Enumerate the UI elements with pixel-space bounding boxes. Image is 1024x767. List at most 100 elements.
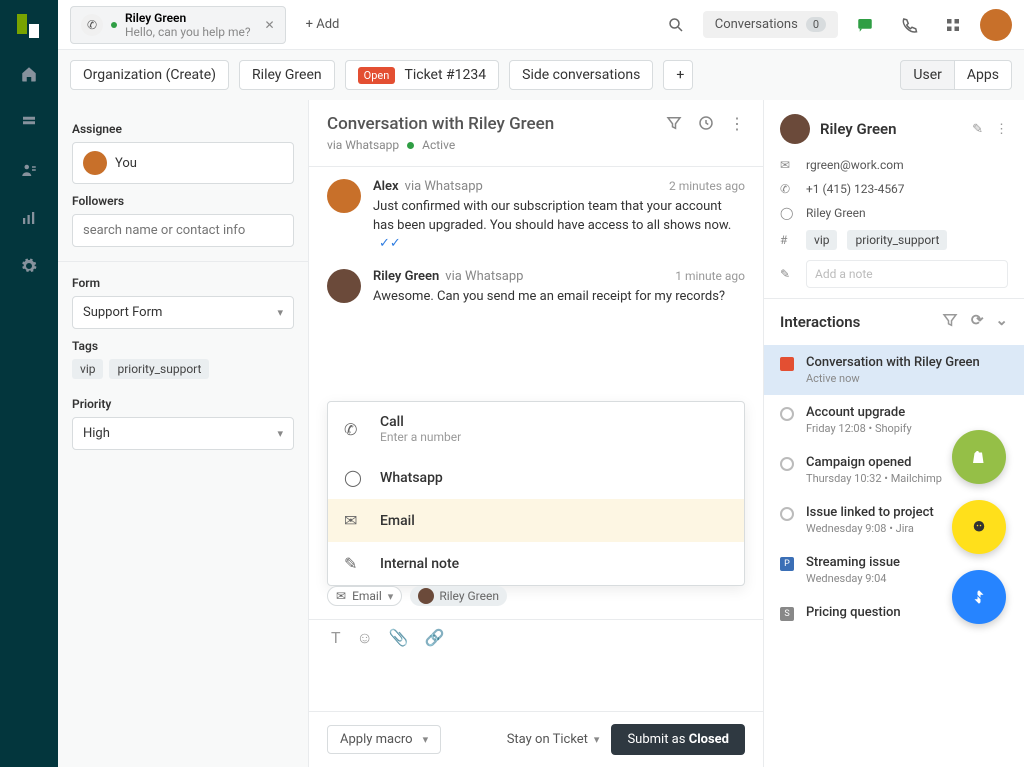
avatar bbox=[327, 269, 361, 303]
more-icon[interactable]: ⋮ bbox=[729, 114, 745, 136]
chevron-down-icon: ▾ bbox=[277, 306, 283, 319]
tab-apps-panel[interactable]: Apps bbox=[955, 60, 1012, 90]
customer-note-row[interactable]: ✎ Add a note bbox=[780, 260, 1008, 288]
history-icon[interactable] bbox=[697, 114, 715, 136]
status-icon: P bbox=[780, 557, 794, 571]
conversation-pane: Conversation with Riley Green via Whatsa… bbox=[308, 100, 764, 767]
ticket-form-pane: Assignee You Followers Form Support Form… bbox=[58, 100, 308, 767]
assignee-field[interactable]: You bbox=[72, 142, 294, 184]
msg-author: Riley Green bbox=[373, 269, 439, 284]
chat-icon[interactable] bbox=[848, 8, 882, 42]
tags-row: vip priority_support bbox=[72, 359, 294, 379]
tab-ticket[interactable]: Open Ticket #1234 bbox=[345, 60, 499, 90]
tag[interactable]: vip bbox=[72, 359, 103, 379]
add-side-button[interactable]: + bbox=[663, 60, 693, 90]
msg-time: 1 minute ago bbox=[675, 269, 745, 283]
priority-select[interactable]: High ▾ bbox=[72, 417, 294, 450]
conversations-label: Conversations bbox=[715, 17, 798, 32]
conversation-via: via Whatsapp bbox=[327, 138, 399, 152]
more-icon[interactable]: ⋮ bbox=[995, 122, 1008, 137]
form-select[interactable]: Support Form ▾ bbox=[72, 296, 294, 329]
nav-home-icon[interactable] bbox=[17, 62, 41, 86]
customer-whatsapp-row: ◯Riley Green bbox=[780, 206, 1008, 220]
customer-tags-row: # vip priority_support bbox=[780, 230, 1008, 250]
customer-name: Riley Green bbox=[820, 120, 896, 138]
status-icon bbox=[780, 457, 794, 471]
compose-bar: ✉ Email ▾ Riley Green bbox=[327, 586, 745, 606]
chevron-down-icon[interactable]: ⌄ bbox=[995, 311, 1008, 333]
msg-via: via Whatsapp bbox=[405, 179, 483, 194]
phone-icon[interactable] bbox=[892, 8, 926, 42]
customer-email-row: ✉rgreen@work.com bbox=[780, 158, 1008, 172]
nav-customers-icon[interactable] bbox=[17, 158, 41, 182]
form-label: Form bbox=[72, 276, 294, 290]
tab-user[interactable]: Riley Green bbox=[239, 60, 335, 90]
channel-menu: ✆ CallEnter a number ◯ Whatsapp ✉ Email bbox=[327, 401, 745, 586]
add-tab-button[interactable]: + Add bbox=[296, 11, 350, 38]
submit-button[interactable]: Submit as Closed bbox=[611, 724, 745, 755]
refresh-icon[interactable]: ⟳ bbox=[971, 311, 984, 333]
channel-option-call[interactable]: ✆ CallEnter a number bbox=[328, 402, 744, 456]
nav-views-icon[interactable] bbox=[17, 110, 41, 134]
compose-toolbar: T ☺ 📎 🔗 bbox=[309, 619, 763, 656]
assignee-avatar bbox=[83, 151, 107, 175]
conversations-button[interactable]: Conversations 0 bbox=[703, 11, 838, 38]
emoji-icon[interactable]: ☺ bbox=[357, 628, 373, 648]
macro-select[interactable]: Apply macro ▾ bbox=[327, 725, 441, 754]
apps-grid-icon[interactable] bbox=[936, 8, 970, 42]
nav-settings-icon[interactable] bbox=[17, 254, 41, 278]
tag[interactable]: priority_support bbox=[109, 359, 209, 379]
customer-avatar bbox=[780, 114, 810, 144]
message: Riley Green via Whatsapp 1 minute ago Aw… bbox=[327, 269, 745, 307]
filter-icon[interactable] bbox=[941, 311, 959, 333]
avatar bbox=[327, 179, 361, 213]
read-receipt-icon: ✓✓ bbox=[379, 236, 401, 251]
followers-input[interactable] bbox=[83, 223, 283, 238]
filter-icon[interactable] bbox=[665, 114, 683, 136]
status-dot bbox=[407, 142, 414, 149]
followers-field[interactable] bbox=[72, 214, 294, 247]
close-icon[interactable]: ✕ bbox=[265, 18, 275, 32]
msg-time: 2 minutes ago bbox=[669, 179, 745, 193]
interactions-header: Interactions ⟳ ⌄ bbox=[764, 298, 1024, 345]
text-format-icon[interactable]: T bbox=[331, 628, 341, 648]
link-icon[interactable]: 🔗 bbox=[425, 628, 445, 648]
search-icon[interactable] bbox=[659, 8, 693, 42]
priority-value: High bbox=[83, 426, 110, 441]
tab-ticket-label: Ticket #1234 bbox=[405, 67, 487, 83]
edit-icon[interactable]: ✎ bbox=[972, 122, 983, 137]
active-ticket-tab[interactable]: ✆ Riley Green Hello, can you help me? ✕ bbox=[70, 6, 286, 44]
chevron-down-icon: ▾ bbox=[388, 590, 394, 603]
channel-option-email[interactable]: ✉ Email bbox=[328, 499, 744, 542]
tab-organization[interactable]: Organization (Create) bbox=[70, 60, 229, 90]
shopify-fab[interactable] bbox=[952, 430, 1006, 484]
floating-apps bbox=[952, 430, 1006, 624]
tabbar: Organization (Create) Riley Green Open T… bbox=[58, 50, 1024, 100]
status-icon bbox=[780, 407, 794, 421]
note-input[interactable]: Add a note bbox=[806, 260, 1008, 288]
attachment-icon[interactable]: 📎 bbox=[389, 628, 409, 648]
channel-option-whatsapp[interactable]: ◯ Whatsapp bbox=[328, 456, 744, 499]
message: Alex via Whatsapp 2 minutes ago Just con… bbox=[327, 179, 745, 251]
msg-text: Just confirmed with our subscription tea… bbox=[373, 198, 745, 236]
stay-on-ticket-select[interactable]: Stay on Ticket ▾ bbox=[507, 732, 600, 747]
tab-side-conversations[interactable]: Side conversations bbox=[509, 60, 653, 90]
msg-text: Awesome. Can you send me an email receip… bbox=[373, 288, 745, 307]
msg-author: Alex bbox=[373, 179, 399, 194]
phone-icon: ✆ bbox=[344, 420, 366, 439]
ticket-tab-name: Riley Green bbox=[125, 11, 251, 25]
jira-fab[interactable] bbox=[952, 570, 1006, 624]
channel-selector[interactable]: ✉ Email ▾ bbox=[327, 586, 402, 606]
recipient-chip[interactable]: Riley Green bbox=[410, 586, 507, 606]
assignee-label: Assignee bbox=[72, 122, 294, 136]
interaction-item[interactable]: Conversation with Riley GreenActive now bbox=[764, 345, 1024, 395]
followers-label: Followers bbox=[72, 194, 294, 208]
open-badge: Open bbox=[358, 67, 396, 84]
channel-option-note[interactable]: ✎ Internal note bbox=[328, 542, 744, 585]
tag-icon: # bbox=[780, 233, 796, 247]
mailchimp-fab[interactable] bbox=[952, 500, 1006, 554]
tab-user-panel[interactable]: User bbox=[900, 60, 954, 90]
user-avatar[interactable] bbox=[980, 9, 1012, 41]
priority-label: Priority bbox=[72, 397, 294, 411]
nav-reports-icon[interactable] bbox=[17, 206, 41, 230]
